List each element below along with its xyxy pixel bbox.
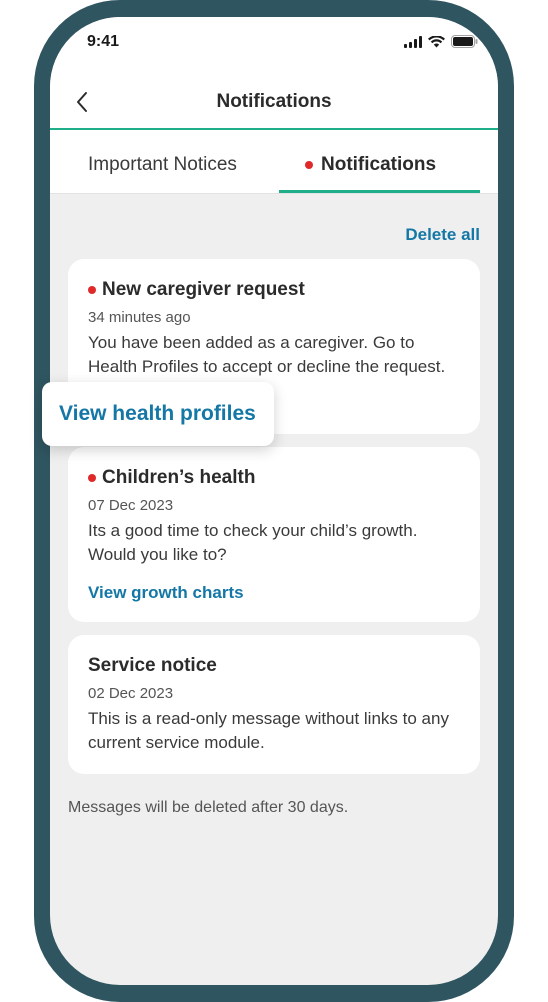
cellular-signal-icon (404, 35, 422, 48)
page-title: Notifications (216, 91, 332, 112)
retention-note: Messages will be deleted after 30 days. (68, 799, 349, 816)
notification-time: 02 Dec 2023 (88, 685, 174, 702)
notification-title: New caregiver request (88, 279, 305, 301)
notification-title-text: Children’s health (102, 467, 256, 488)
tab-bar-divider (50, 193, 498, 194)
phone-screen: 9:41 Notifications Important Notices Not… (50, 17, 498, 985)
view-growth-charts-link[interactable]: View growth charts (88, 583, 244, 603)
tab-label: Notifications (321, 154, 437, 175)
notification-title-text: Service notice (88, 655, 217, 676)
header-divider (50, 128, 498, 130)
unread-dot-icon (305, 161, 313, 169)
view-health-profiles-link[interactable]: View health profiles (42, 382, 274, 446)
notification-body: You have been added as a caregiver. Go t… (88, 333, 446, 376)
delete-all-button[interactable]: Delete all (405, 225, 480, 245)
notification-body: Its a good time to check your child’s gr… (88, 521, 418, 564)
notification-title: Children’s health (88, 467, 255, 489)
wifi-icon (428, 35, 445, 48)
status-icons (404, 35, 478, 48)
status-time: 9:41 (87, 33, 120, 50)
notification-title-text: New caregiver request (102, 279, 305, 300)
unread-dot-icon (88, 474, 96, 482)
tab-label: Important Notices (88, 154, 237, 175)
tab-important-notices[interactable]: Important Notices (88, 154, 237, 176)
notification-time: 07 Dec 2023 (88, 497, 174, 514)
notification-body: This is a read-only message without link… (88, 709, 449, 752)
notification-title: Service notice (88, 655, 217, 677)
notification-time: 34 minutes ago (88, 309, 191, 326)
notification-card[interactable]: Service notice 02 Dec 2023 This is a rea… (68, 635, 480, 774)
tab-notifications[interactable]: Notifications (305, 154, 436, 176)
notification-card[interactable]: Children’s health 07 Dec 2023 Its a good… (68, 447, 480, 622)
battery-icon (451, 35, 478, 48)
unread-dot-icon (88, 286, 96, 294)
